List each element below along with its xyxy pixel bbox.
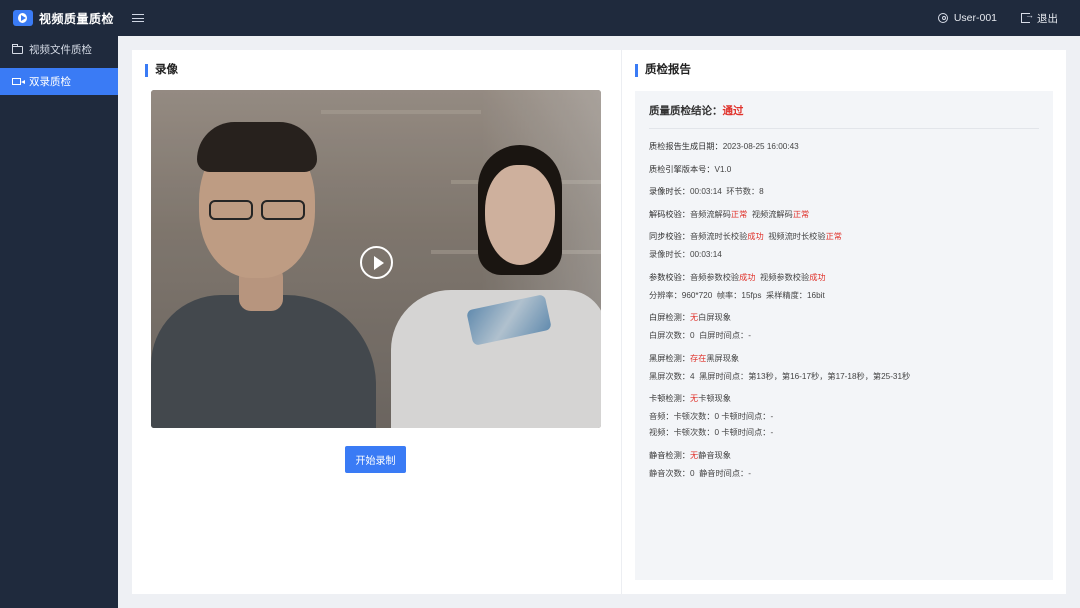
conclusion-status: 通过 xyxy=(722,105,744,117)
user-icon xyxy=(937,13,948,23)
report-body: 质量质检结论：通过 质检报告生成日期：2023-08-25 16:00:43 质… xyxy=(635,91,1053,580)
report-panel: 质检报告 质量质检结论：通过 质检报告生成日期：2023-08-25 16:00… xyxy=(622,50,1066,594)
play-icon[interactable] xyxy=(360,246,393,279)
report-line-black: 黑屏检测：存在黑屏现象 xyxy=(649,353,740,363)
sidebar-item-dual-recording[interactable]: 双录质检 xyxy=(0,68,118,95)
report-line-mute-detail: 静音次数：0 静音时间点：- xyxy=(649,468,751,478)
logout-icon xyxy=(1021,10,1034,23)
logout-label: 退出 xyxy=(1037,12,1058,25)
report-line-date: 质检报告生成日期：2023-08-25 16:00:43 xyxy=(649,142,799,151)
report-line-params: 参数校验：音频参数校验成功 视频参数校验成功 xyxy=(649,272,826,282)
camera-icon xyxy=(12,78,25,85)
top-bar: 视频质量质检 User-001 退出 xyxy=(0,0,1080,36)
report-title: 质检报告 xyxy=(635,64,691,77)
logout-button[interactable]: 退出 xyxy=(1021,10,1058,26)
app-logo: 视频质量质检 xyxy=(0,10,118,27)
report-line-sync: 同步校验：音频流时长校验成功 视频流时长校验正常 xyxy=(649,232,842,241)
report-line-black-detail: 黑屏次数：4 黑屏时间点：第13秒，第16-17秒，第17-18秒，第25-31… xyxy=(649,371,911,381)
report-line-duration: 录像时长：00:03:14 环节数：8 xyxy=(649,187,764,196)
logo-icon xyxy=(13,10,33,26)
recording-panel: 录像 开始录制 xyxy=(132,50,622,594)
report-line-resolution: 分辨率：960*720 帧率：15fps 采样精度：16bit xyxy=(649,290,825,300)
user-name: User-001 xyxy=(953,12,997,24)
folder-icon xyxy=(12,43,23,54)
report-line-white-detail: 白屏次数：0 白屏时间点：- xyxy=(649,331,751,340)
app-title: 视频质量质检 xyxy=(39,11,115,26)
video-preview[interactable] xyxy=(151,90,601,428)
sidebar: 视频文件质检 双录质检 xyxy=(0,36,118,608)
report-line-white: 白屏检测：无白屏现象 xyxy=(649,313,731,322)
sidebar-item-label: 视频文件质检 xyxy=(29,44,92,56)
report-line-lag: 卡顿检测：无卡顿现象 xyxy=(649,394,731,403)
qc-conclusion: 质量质检结论：通过 xyxy=(649,103,1039,129)
user-menu[interactable]: User-001 xyxy=(937,12,997,24)
report-line-lag-video: 视频：卡顿次数：0 卡顿时间点：- xyxy=(649,428,774,437)
main-content: 录像 开始录制 质检报告 质量质检结论：通过 质检报告生成日期：2023-08-… xyxy=(132,50,1066,594)
report-line-rec-duration: 录像时长：00:03:14 xyxy=(649,250,722,259)
recording-title: 录像 xyxy=(145,64,178,77)
start-recording-button[interactable]: 开始录制 xyxy=(345,446,406,473)
report-line-decode: 解码校验：音频流解码正常 视频流解码正常 xyxy=(649,209,810,219)
report-line-lag-audio: 音频：卡顿次数：0 卡顿时间点：- xyxy=(649,412,774,421)
sidebar-item-label: 双录质检 xyxy=(29,76,71,88)
menu-icon[interactable] xyxy=(132,13,144,23)
report-line-engine: 质检引擎版本号：V1.0 xyxy=(649,164,732,174)
report-line-mute: 静音检测：无静音现象 xyxy=(649,450,731,460)
sidebar-item-file-qc[interactable]: 视频文件质检 xyxy=(0,36,118,63)
